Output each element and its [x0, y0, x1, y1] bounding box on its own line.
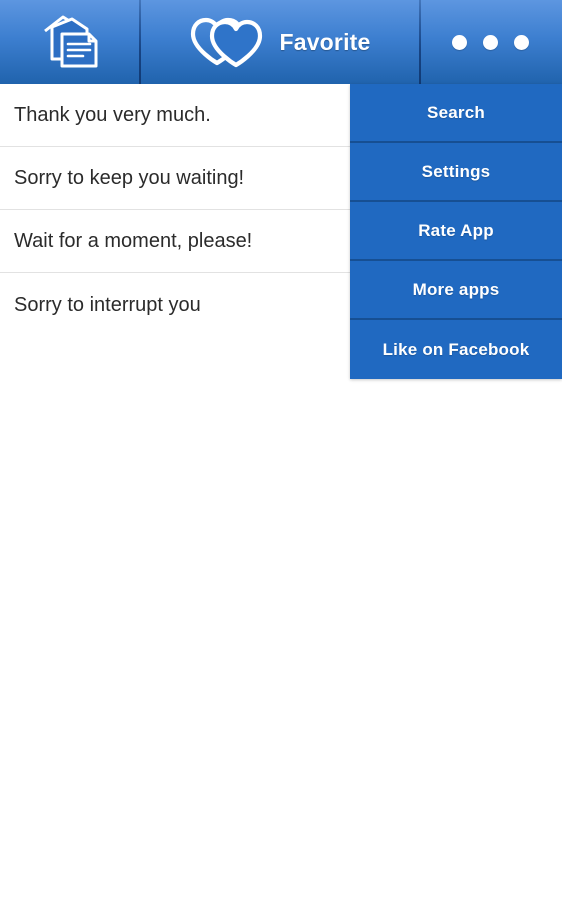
menu-item-label: Like on Facebook	[382, 339, 530, 359]
menu-item-label: Rate App	[418, 220, 494, 240]
documents-tab-button[interactable]	[0, 0, 139, 84]
list-item-label: Thank you very much.	[14, 104, 211, 126]
overflow-dot-2	[483, 34, 498, 50]
overflow-menu-button[interactable]	[419, 0, 562, 84]
app-header: Favorite	[0, 0, 562, 84]
overflow-dot-3	[514, 34, 529, 50]
favorite-tab-button[interactable]: Favorite	[139, 0, 419, 84]
list-item-label: Sorry to keep you waiting!	[14, 167, 245, 189]
two-hearts-icon	[191, 17, 263, 68]
app-root: Favorite Thank you very much. Sorry to k…	[0, 0, 562, 900]
menu-item-label: Search	[427, 102, 485, 122]
menu-item-label: More apps	[412, 279, 500, 299]
overflow-dot-1	[452, 34, 467, 50]
menu-item-label: Settings	[421, 161, 491, 181]
documents-stack-icon	[43, 15, 97, 68]
page-title: Favorite	[279, 28, 371, 55]
list-item[interactable]: Sorry to keep you waiting!	[0, 147, 350, 210]
list-item-label: Wait for a moment, please!	[14, 230, 253, 252]
menu-item-like-on-facebook[interactable]: Like on Facebook	[350, 320, 562, 379]
list-item[interactable]: Sorry to interrupt you	[0, 273, 350, 336]
phrase-list: Thank you very much. Sorry to keep you w…	[0, 84, 350, 336]
list-item-label: Sorry to interrupt you	[14, 293, 201, 316]
menu-item-rate-app[interactable]: Rate App	[350, 202, 562, 261]
list-item[interactable]: Thank you very much.	[0, 84, 350, 147]
menu-item-more-apps[interactable]: More apps	[350, 261, 562, 320]
menu-item-settings[interactable]: Settings	[350, 143, 562, 202]
list-item[interactable]: Wait for a moment, please!	[0, 210, 350, 273]
menu-item-search[interactable]: Search	[350, 84, 562, 143]
overflow-menu-panel: Search Settings Rate App More apps Like …	[350, 84, 562, 379]
